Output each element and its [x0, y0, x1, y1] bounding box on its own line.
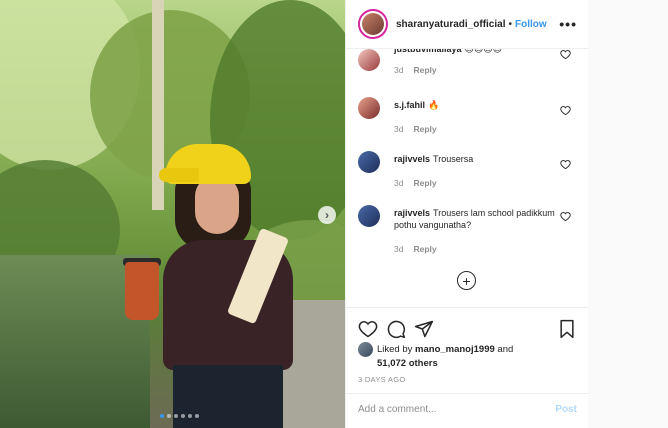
liked-by-user-link[interactable]: mano_manoj1999 [415, 344, 495, 355]
carousel-dot [195, 414, 199, 418]
username-link[interactable]: sharanyaturadi_official [396, 19, 505, 30]
comment-username[interactable]: rajivvels [394, 208, 430, 218]
carousel-dots [160, 414, 199, 418]
likes-summary: Liked by mano_manoj1999 and 51,072 other… [358, 342, 578, 370]
comment-text: 🔥 [428, 100, 440, 110]
comment-username[interactable]: justbuvimallaya [394, 49, 462, 54]
action-bar [346, 307, 589, 347]
post-header: sharanyaturadi_official • Follow ••• [346, 0, 589, 49]
comment-age: 3d [394, 178, 404, 188]
avatar[interactable] [358, 97, 380, 119]
comment-bubble-icon[interactable] [386, 319, 406, 339]
liked-by-prefix: Liked by [377, 344, 413, 356]
carousel-next-button[interactable]: › [318, 206, 336, 224]
reply-button[interactable]: Reply [413, 244, 436, 254]
bookmark-icon[interactable] [557, 319, 577, 339]
carousel-dot [160, 414, 164, 418]
heart-icon[interactable] [560, 211, 571, 222]
comment-text: Trousersa [433, 154, 474, 164]
comment-age: 3d [394, 244, 404, 254]
add-comment-bar: Post [346, 393, 589, 428]
comment-meta: 3d Reply [394, 244, 437, 254]
heart-icon[interactable] [560, 159, 571, 170]
avatar [358, 342, 373, 357]
like-heart-icon[interactable] [358, 319, 378, 339]
post-comment-button[interactable]: Post [555, 404, 577, 415]
liked-by-conjunction: and [497, 344, 514, 356]
reply-button[interactable]: Reply [413, 65, 436, 75]
comments-list: justbuvimallaya 😊😊😊😊 3d Reply s.j.fahil 🔥 3… [346, 49, 589, 307]
post-side-panel: sharanyaturadi_official • Follow ••• jus… [345, 0, 589, 428]
profile-picture [362, 13, 384, 35]
more-options-icon[interactable]: ••• [559, 16, 577, 32]
comment-username[interactable]: s.j.fahil [394, 100, 425, 110]
comment-age: 3d [394, 124, 404, 134]
separator: • [508, 18, 512, 30]
post-timestamp[interactable]: 3 DAYS AGO [358, 375, 405, 384]
carousel-dot [181, 414, 185, 418]
avatar[interactable] [358, 205, 380, 227]
follow-button[interactable]: Follow [515, 19, 547, 30]
comment-input[interactable] [358, 404, 538, 415]
heart-icon[interactable] [560, 105, 571, 116]
jeans [173, 365, 283, 428]
heart-icon[interactable] [560, 49, 571, 60]
load-more-comments-button[interactable]: + [457, 271, 476, 290]
avatar[interactable] [358, 151, 380, 173]
carousel-dot [167, 414, 171, 418]
likes-count-link[interactable]: 51,072 others [377, 358, 438, 369]
cap-brim [159, 168, 199, 182]
chevron-right-icon: › [325, 208, 329, 222]
post-photo[interactable]: › [0, 0, 345, 428]
comment-meta: 3d Reply [394, 65, 437, 75]
comment-age: 3d [394, 65, 404, 75]
plus-icon: + [462, 272, 471, 289]
reply-button[interactable]: Reply [413, 178, 436, 188]
face [195, 176, 239, 234]
drink-cup [125, 262, 159, 320]
carousel-dot [188, 414, 192, 418]
share-icon[interactable] [414, 319, 434, 339]
avatar[interactable] [358, 9, 388, 39]
carousel-dot [174, 414, 178, 418]
comment-text: 😊😊😊😊 [464, 49, 503, 54]
avatar[interactable] [358, 49, 380, 71]
comment-meta: 3d Reply [394, 178, 437, 188]
person-figure [115, 140, 315, 428]
comment-username[interactable]: rajivvels [394, 154, 430, 164]
comment-meta: 3d Reply [394, 124, 437, 134]
reply-button[interactable]: Reply [413, 124, 436, 134]
